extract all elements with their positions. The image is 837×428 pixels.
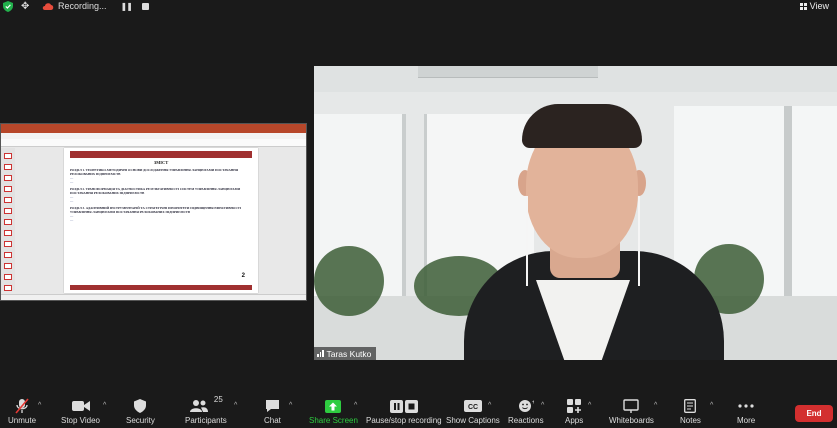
earphone-cable-left — [526, 196, 528, 286]
unmute-button[interactable]: Unmute — [8, 396, 36, 425]
encryption-shield-icon[interactable] — [3, 1, 13, 12]
whiteboards-options-chevron-icon[interactable]: ^ — [654, 402, 657, 409]
participant-name-tag: Taras Kutko — [314, 347, 377, 360]
signal-bars-icon — [317, 350, 324, 357]
whiteboards-label: Whiteboards — [609, 416, 654, 425]
powerpoint-ribbon — [1, 139, 306, 147]
section-line: — — [70, 199, 74, 203]
apps-button[interactable]: Apps — [565, 396, 583, 425]
pin-icon[interactable]: ✥ — [21, 1, 29, 12]
earphone-cable-right — [638, 196, 640, 286]
pause-stop-recording-button[interactable]: Pause/stop recording — [366, 396, 442, 425]
svg-text:CC: CC — [468, 404, 478, 411]
share-screen-label: Share Screen — [309, 416, 358, 425]
notes-button[interactable]: Notes — [680, 396, 701, 425]
whiteboard-icon — [623, 399, 640, 413]
view-button[interactable]: View — [799, 1, 829, 11]
section-title: РОЗДІЛ 3. АДАПТИВНИЙ ІНСТРУМЕНТАРІЙ ТА С… — [70, 206, 242, 214]
chat-options-chevron-icon[interactable]: ^ — [289, 402, 292, 409]
chat-bubble-icon — [265, 400, 279, 412]
security-label: Security — [126, 416, 155, 425]
share-options-chevron-icon[interactable]: ^ — [354, 402, 357, 409]
reactions-label: Reactions — [508, 416, 544, 425]
reactions-options-chevron-icon[interactable]: ^ — [541, 402, 544, 409]
section-line: — — [70, 180, 74, 184]
notes-label: Notes — [680, 416, 701, 425]
slide-heading: ЗМІСТ — [153, 160, 169, 165]
participants-icon — [189, 400, 208, 412]
stop-video-button[interactable]: Stop Video — [61, 396, 100, 425]
pause-recording-icon[interactable]: ❚❚ — [121, 2, 133, 11]
plant-left — [314, 246, 384, 316]
audio-options-chevron-icon[interactable]: ^ — [38, 402, 41, 409]
svg-text:+: + — [532, 400, 534, 406]
section-title: РОЗДІЛ 2. ТРАНСФОРМАЦІЯ ТА ДІАГНОСТИКА Р… — [70, 187, 241, 195]
notes-icon — [684, 399, 697, 413]
security-button[interactable]: Security — [126, 396, 155, 425]
chat-label: Chat — [264, 416, 281, 425]
shield-icon — [134, 399, 147, 413]
stop-recording-icon[interactable] — [141, 2, 149, 10]
apps-options-chevron-icon[interactable]: ^ — [588, 402, 591, 409]
participant-name: Taras Kutko — [326, 348, 372, 359]
show-captions-label: Show Captions — [446, 416, 500, 425]
captions-options-chevron-icon[interactable]: ^ — [488, 402, 491, 409]
view-label: View — [809, 1, 829, 11]
presentation-slide: ЗМІСТ РОЗДІЛ 1. ТЕОРЕТИКО-МЕТОДИЧНІ ОСНО… — [64, 148, 258, 293]
share-screen-icon — [325, 399, 342, 413]
end-meeting-button[interactable]: End — [795, 405, 833, 422]
person-hair — [522, 104, 642, 148]
chat-button[interactable]: Chat — [264, 396, 281, 425]
shared-screen-thumbnail[interactable]: ЗМІСТ РОЗДІЛ 1. ТЕОРЕТИКО-МЕТОДИЧНІ ОСНО… — [0, 123, 307, 301]
section-line: — — [70, 218, 74, 222]
grid-view-icon — [799, 2, 807, 10]
participant-count: 25 — [213, 395, 223, 404]
stop-video-label: Stop Video — [61, 416, 100, 425]
ceiling-vent — [418, 66, 598, 78]
section-title: РОЗДІЛ 1. ТЕОРЕТИКО-МЕТОДИЧНІ ОСНОВИ ДОС… — [70, 168, 239, 176]
captions-icon: CC — [463, 400, 482, 412]
share-screen-button[interactable]: Share Screen — [309, 396, 358, 425]
recording-label: Recording... — [58, 1, 107, 11]
slide-thumbnails-pane — [1, 148, 15, 291]
reactions-icon: + — [518, 400, 534, 412]
powerpoint-status-bar — [1, 294, 306, 300]
video-camera-icon — [71, 401, 90, 411]
powerpoint-title-bar — [1, 124, 306, 133]
participants-button[interactable]: 25 Participants — [185, 395, 227, 425]
meeting-top-bar: ✥ Recording... ❚❚ View — [0, 0, 837, 14]
more-button[interactable]: More — [737, 396, 755, 425]
recording-indicator[interactable]: Recording... ❚❚ — [42, 1, 149, 11]
mic-muted-icon — [15, 398, 29, 414]
whiteboards-button[interactable]: Whiteboards — [609, 396, 654, 425]
participant-video-tile[interactable] — [314, 66, 837, 360]
participants-options-chevron-icon[interactable]: ^ — [234, 402, 237, 409]
meeting-toolbar: Unmute ^ Stop Video ^ Security 25 Partic… — [0, 394, 837, 428]
notes-options-chevron-icon[interactable]: ^ — [710, 402, 713, 409]
reactions-button[interactable]: + Reactions — [508, 396, 544, 425]
slide-page-number: 2 — [241, 273, 245, 279]
pause-stop-recording-label: Pause/stop recording — [366, 416, 442, 425]
video-options-chevron-icon[interactable]: ^ — [103, 402, 106, 409]
participants-label: Participants — [185, 416, 227, 425]
apps-icon — [567, 399, 582, 413]
unmute-label: Unmute — [8, 416, 37, 425]
cloud-recording-icon — [42, 3, 54, 10]
apps-label: Apps — [565, 416, 584, 425]
show-captions-button[interactable]: CC Show Captions — [446, 396, 500, 425]
more-dots-icon — [738, 404, 754, 408]
pause-stop-recording-icon — [389, 399, 418, 413]
slide-top-band — [70, 151, 252, 158]
more-label: More — [737, 416, 756, 425]
